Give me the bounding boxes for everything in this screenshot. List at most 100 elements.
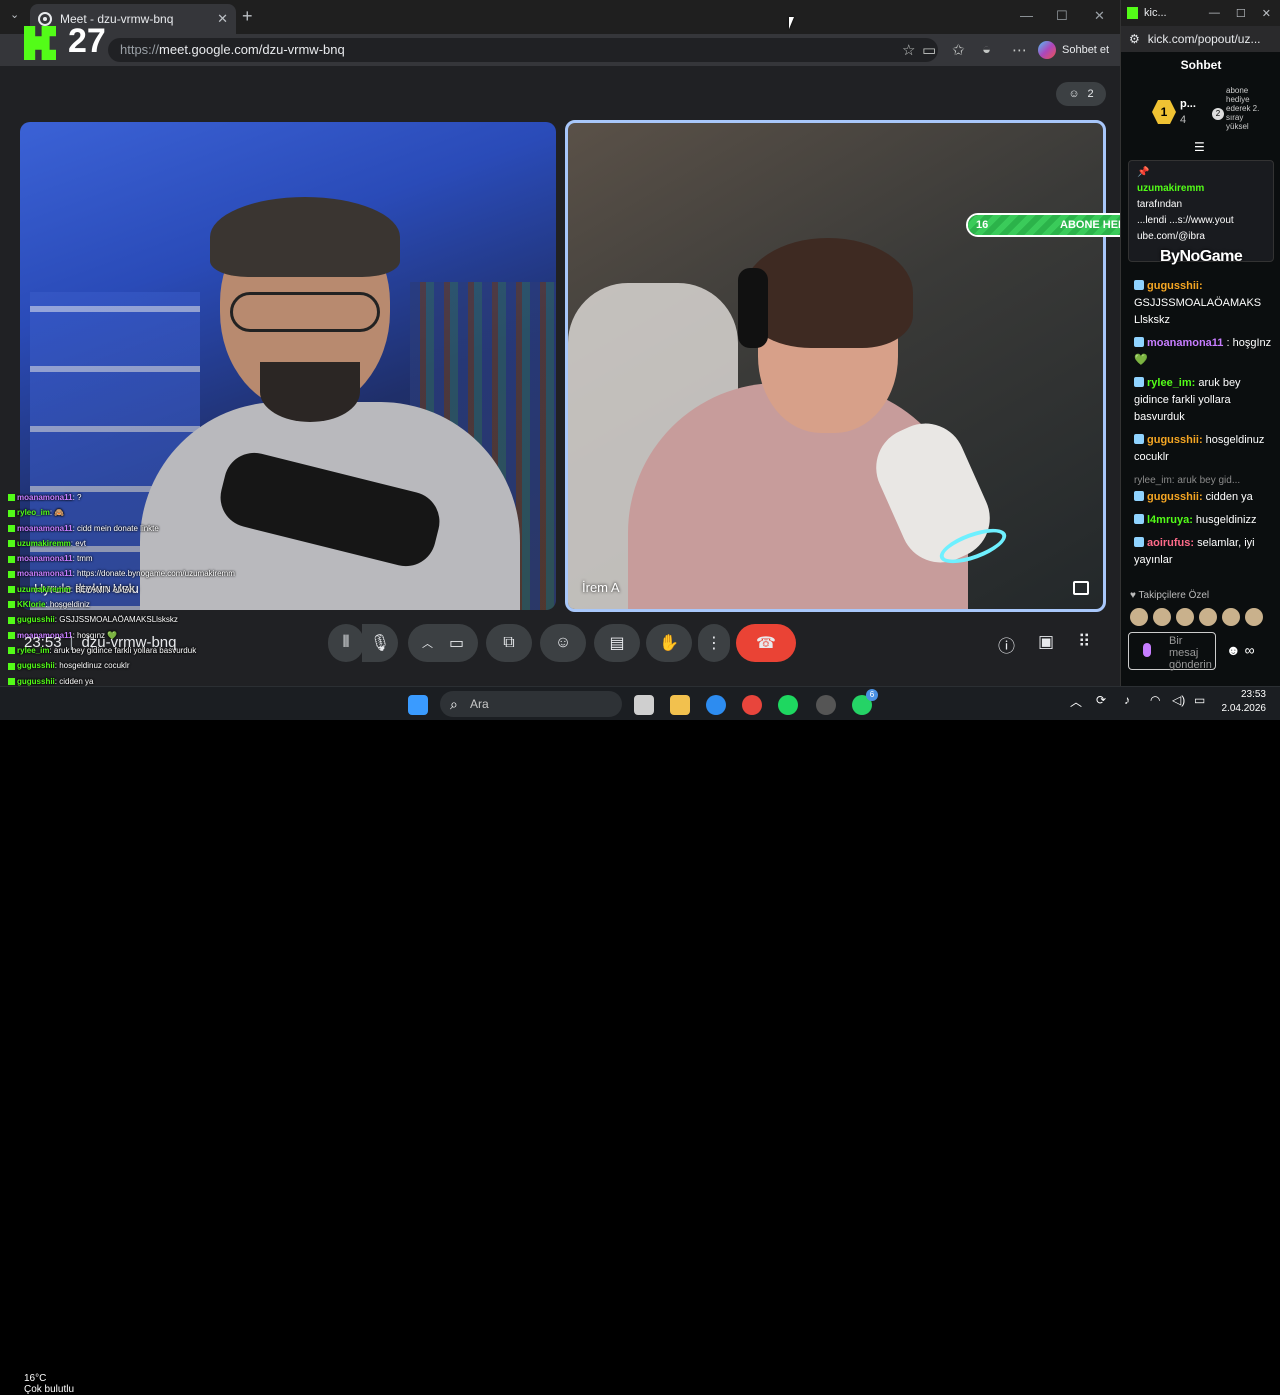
kick-title-bar: kic... — ☐ ✕ (1121, 0, 1280, 26)
mouse-cursor (789, 17, 799, 29)
taskbar: 16°CÇok bulutlu Ara 6 (0, 686, 1280, 1395)
minimize-icon[interactable]: — (1020, 8, 1033, 23)
bookmark-star-icon[interactable]: ☆ (902, 41, 915, 59)
chat-icon[interactable]: ▣ (1038, 632, 1054, 652)
kick-url-bar[interactable]: ⚙ kick.com/popout/uz... (1121, 26, 1280, 52)
overlay-chat-text: : https://donate.bynogame.com/uzumakirem… (72, 569, 235, 579)
weather-widget[interactable]: 16°C Çok bulutlu (24, 1373, 74, 1395)
chat-input-placeholder: Bir mesaj gönderin (1169, 635, 1212, 671)
camera-permission-icon[interactable]: ▭ (922, 41, 936, 59)
chat-message[interactable]: gugusshii: GSJJSSMOALAÖAMAKS Llskskz (1134, 278, 1274, 329)
participant-tile-right[interactable]: İrem A (565, 120, 1106, 612)
close-icon[interactable]: ✕ (1262, 7, 1271, 20)
new-tab-icon[interactable]: + (242, 6, 253, 27)
obs-icon[interactable] (816, 695, 836, 715)
pinned-message[interactable]: 📌 uzumakiremm tarafından ...lendi ...s:/… (1128, 160, 1274, 262)
chat-message[interactable]: gugusshii: cidden ya (1134, 489, 1274, 506)
battery-icon[interactable]: ▭ (1194, 693, 1205, 707)
meeting-details-icon[interactable]: ⓘ (998, 632, 1015, 657)
reactions-button[interactable]: ☺ (540, 624, 586, 662)
overlay-chat-text: : cidden ya (54, 676, 94, 686)
file-explorer-icon[interactable] (670, 695, 690, 715)
chat-message[interactable]: gugusshii: hosgeldinuz cocuklr (1134, 432, 1274, 466)
chat-message[interactable]: rylee_im: aruk bey gidince farkli yollar… (1134, 375, 1274, 426)
extension-icon[interactable]: ◒ (982, 41, 991, 58)
more-options-button[interactable]: ⋮ (698, 624, 730, 662)
wifi-icon[interactable]: ◠ (1150, 693, 1160, 707)
camera-button[interactable]: ︿ ▭ (408, 624, 478, 662)
user-badge-icon (1134, 514, 1144, 524)
participants-chip[interactable]: ☺ 2 (1056, 82, 1106, 106)
browser-window: ⌄ Meet - dzu-vrmw-bnq ✕ + — ☐ ✕ https://… (0, 0, 1120, 716)
emote[interactable] (1176, 608, 1194, 626)
chat-author[interactable]: aoirufus: (1147, 537, 1194, 549)
picture-in-picture-icon[interactable] (1073, 581, 1089, 595)
activities-icon[interactable]: ⠿ (1078, 632, 1090, 652)
tab-search-icon[interactable]: ⌄ (10, 8, 19, 21)
mic-tray-icon[interactable]: ♪ (1124, 693, 1130, 707)
overlay-chat-author: moanamona11 (17, 569, 73, 579)
edge-icon[interactable] (706, 695, 726, 715)
goal-start: 16 (976, 219, 989, 231)
clock-time: 23:53 (1240, 689, 1266, 700)
emote[interactable] (1130, 608, 1148, 626)
maximize-icon[interactable]: ☐ (1236, 7, 1246, 20)
kick-badge-icon (8, 509, 15, 517)
clock[interactable]: 23:53 2.04.2026 (1216, 688, 1267, 716)
tab-close-icon[interactable]: ✕ (217, 11, 228, 27)
headphones (738, 268, 768, 348)
kick-url: kick.com/popout/uz... (1147, 32, 1261, 46)
glasses (230, 292, 380, 332)
minimize-icon[interactable]: — (1209, 7, 1220, 20)
taskbar-search[interactable]: Ara (440, 691, 622, 717)
bynogame-logo: ByNoGame (1160, 248, 1243, 265)
copilot-chat-button[interactable]: Sohbet et (1038, 40, 1109, 60)
spotify-icon[interactable] (778, 695, 798, 715)
captions-button[interactable]: ▤ (594, 624, 640, 662)
chat-author[interactable]: gugusshii: (1147, 434, 1203, 446)
collapse-icon[interactable]: ☰ (1194, 140, 1205, 154)
copilot-chat-label: Sohbet et (1062, 44, 1110, 56)
kick-badge-icon (8, 662, 15, 670)
chat-author[interactable]: gugusshii: (1147, 280, 1203, 292)
tab-bar: ⌄ Meet - dzu-vrmw-bnq ✕ + — ☐ ✕ (0, 0, 1120, 34)
beard (260, 362, 360, 422)
more-vert-icon: ⋮ (706, 635, 722, 652)
chat-tools[interactable]: ☻ ∞ (1226, 642, 1255, 658)
overlay-chat-author: moanamona11 (17, 554, 73, 564)
start-icon[interactable] (408, 695, 428, 715)
tray-chevron-icon[interactable]: ︿ (1070, 693, 1082, 710)
chat-message[interactable]: aoirufus: selamlar, iyi yayınlar (1134, 535, 1274, 569)
settings-icon[interactable]: ∞ (1245, 642, 1255, 658)
emote-picker-icon[interactable]: ☻ (1226, 642, 1241, 658)
raise-hand-button[interactable]: ✋ (646, 624, 692, 662)
emote[interactable] (1153, 608, 1171, 626)
audio-settings-button[interactable]: ⦀ (328, 624, 364, 662)
emote[interactable] (1245, 608, 1263, 626)
hand-icon: ✋ (659, 635, 679, 652)
chat-author[interactable]: l4mruya: (1147, 514, 1193, 526)
chrome-icon[interactable] (742, 695, 762, 715)
sync-icon[interactable]: ⟳ (1096, 693, 1106, 707)
present-button[interactable]: ⧉ (486, 624, 532, 662)
volume-icon[interactable]: ◁) (1172, 693, 1185, 707)
person-hair (743, 238, 913, 348)
leave-call-button[interactable]: ☎ (736, 624, 796, 662)
chat-author[interactable]: gugusshii: (1147, 491, 1203, 503)
chat-author[interactable]: moanamona11 (1147, 337, 1223, 349)
favorites-icon[interactable]: ✩ (952, 41, 965, 59)
chat-message[interactable]: l4mruya: husgeldinizz (1134, 512, 1274, 529)
kick-badge-icon (8, 616, 15, 624)
overlay-chat-text: : hoşgeldiniz (45, 600, 90, 610)
emote[interactable] (1222, 608, 1240, 626)
maximize-icon[interactable]: ☐ (1056, 8, 1068, 24)
address-bar[interactable]: https://meet.google.com/dzu-vrmw-bnq (108, 38, 938, 62)
emote[interactable] (1199, 608, 1217, 626)
menu-dots-icon[interactable]: ⋯ (1012, 41, 1027, 59)
close-window-icon[interactable]: ✕ (1094, 8, 1105, 24)
task-view-icon[interactable] (634, 695, 654, 715)
chat-author[interactable]: rylee_im: (1147, 377, 1195, 389)
tab-meet[interactable]: Meet - dzu-vrmw-bnq ✕ (30, 4, 236, 34)
chat-input[interactable]: Bir mesaj gönderin (1128, 632, 1216, 671)
chat-message[interactable]: moanamona11 : hoşgInz 💚 (1134, 335, 1274, 369)
